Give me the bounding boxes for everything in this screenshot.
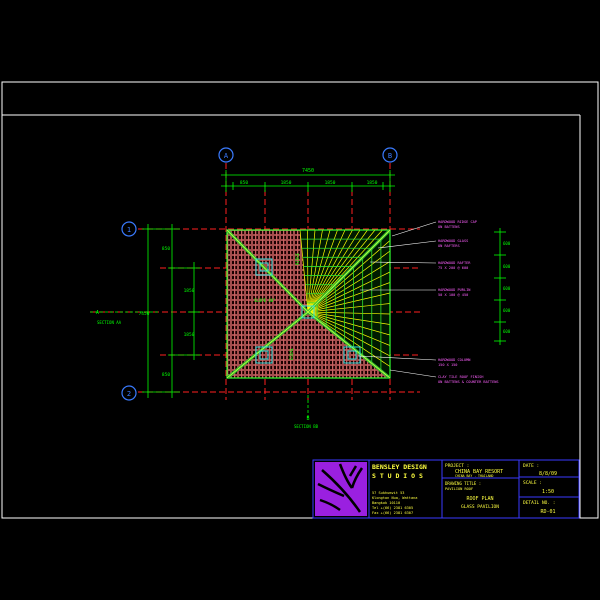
callout-2-line1: HARDWOOD GLASS xyxy=(438,239,468,243)
scale-value: 1:50 xyxy=(542,489,554,495)
callout-5-line2: 150 X 150 xyxy=(438,363,457,367)
date-label: DATE : xyxy=(523,463,539,469)
right-dim-3: 600 xyxy=(503,286,511,291)
dim-left-seg-1: 850 xyxy=(162,246,170,252)
roof-plan: RIDGE SLOPE 40° EQUAL xyxy=(225,228,392,380)
drawing-label: DRAWING TITLE : xyxy=(445,481,481,486)
address-line-1: 57 Sukhumvit 53 xyxy=(372,491,404,495)
dim-left-seg-4: 850 xyxy=(162,372,170,378)
address-line-5: Fax +(66) 2381 6307 xyxy=(372,511,413,515)
callout-6-line2: ON BATTENS & COUNTER BATTENS xyxy=(438,380,499,384)
detail-value: RD-01 xyxy=(540,509,555,515)
dim-top-seg-2: 1850 xyxy=(281,180,292,186)
firm-sub: S T U D I O S xyxy=(372,472,423,480)
section-left-ref: SECTION AA xyxy=(97,320,122,325)
project-location: CHINA BAY . THAILAND xyxy=(455,474,493,478)
address-line-3: Bangkok 10110 xyxy=(372,501,400,505)
drawing-title-2: GLASS PAVILION xyxy=(461,504,499,510)
callout-2-line2: ON RAFTERS xyxy=(438,244,460,248)
callout-6-line1: CLAY TILE ROOF FINISH xyxy=(438,375,483,379)
dim-inner-left-2: 1850 xyxy=(184,332,195,338)
glass-mullion xyxy=(307,230,309,313)
callout-1-line2: ON BATTENS xyxy=(438,225,460,229)
callout-4-line1: HARDWOOD PURLIN xyxy=(438,288,470,292)
address-line-2: Klongton Nua, Wattana xyxy=(372,496,417,500)
dim-top-seg-1: 850 xyxy=(240,180,248,186)
plan-label-apex: RIDGE xyxy=(295,252,300,265)
callout-1-line1: HARDWOOD RIDGE CAP xyxy=(438,220,477,224)
section-bottom-ref: SECTION BB xyxy=(294,424,319,429)
roof-plan-drawing: A B 1 2 7450 850 1850 1850 1850 7450 850… xyxy=(0,0,600,600)
right-dim-2: 600 xyxy=(503,264,511,269)
right-dim-1: 600 xyxy=(503,241,511,246)
callout-3-line1: HARDWOOD RAFTER xyxy=(438,261,471,265)
callout-5-line1: HARDWOOD COLUMN xyxy=(438,358,470,362)
detail-label: DETAIL NO. : xyxy=(523,500,556,506)
right-dim-5: 600 xyxy=(503,329,511,334)
callout-3-line2: 75 X 200 @ 600 xyxy=(438,266,468,270)
dim-top-seg-3: 1850 xyxy=(325,180,336,186)
date-value: 8/8/09 xyxy=(539,471,557,477)
grid-bubble-b-label: B xyxy=(388,152,392,160)
dim-top-seg-4: 1850 xyxy=(367,180,378,186)
callout-4-line2: 50 X 100 @ 450 xyxy=(438,293,468,297)
drawing-title: ROOF PLAN xyxy=(466,496,493,502)
section-bottom-label: B xyxy=(306,416,309,422)
dim-overall-top: 7450 xyxy=(302,168,314,174)
drawing-sub: PAVILION ROOF xyxy=(445,487,473,491)
grid-bubble-1-label: 1 xyxy=(127,226,131,234)
firm-name: BENSLEY DESIGN xyxy=(372,463,427,471)
right-dim-4: 600 xyxy=(503,308,511,313)
address-line-4: Tel +(66) 2381 6305 xyxy=(372,506,413,510)
section-left-label: A xyxy=(96,310,99,316)
grid-bubble-2-label: 2 xyxy=(127,390,131,398)
dim-inner-left-1: 1850 xyxy=(184,288,195,294)
plan-label-vertical: EQUAL xyxy=(289,347,294,360)
plan-label-center: SLOPE 40° xyxy=(254,298,276,303)
scale-label: SCALE : xyxy=(523,480,542,486)
